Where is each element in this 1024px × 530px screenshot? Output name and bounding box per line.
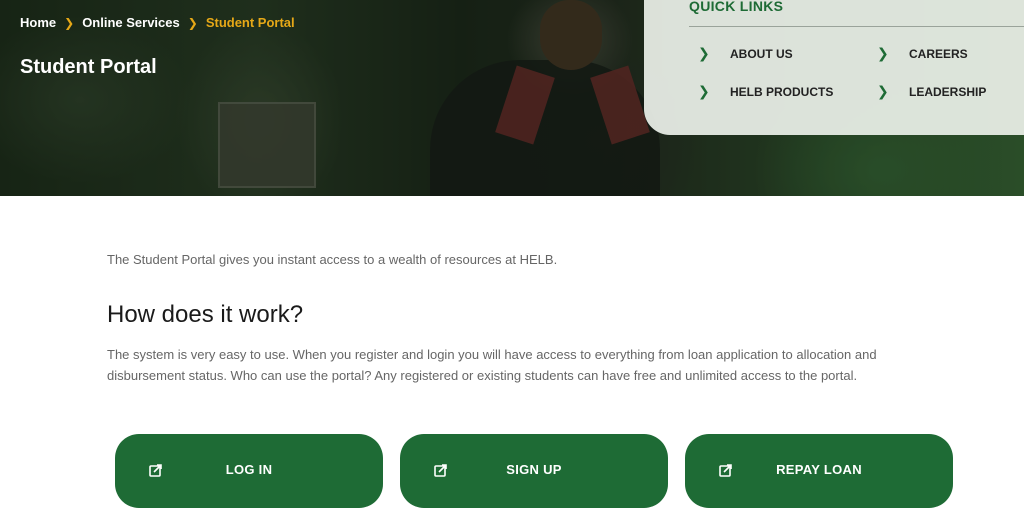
breadcrumb-online-services[interactable]: Online Services <box>82 15 180 30</box>
login-button-label: LOG IN <box>225 462 273 477</box>
quick-link-about-us[interactable]: ❯ ABOUT US <box>698 45 793 62</box>
repay-loan-button[interactable]: REPAY LOAN <box>685 434 953 508</box>
signup-button-label: SIGN UP <box>506 462 562 477</box>
quick-links-divider <box>689 26 1024 27</box>
quick-link-leadership[interactable]: ❯ LEADERSHIP <box>877 83 986 100</box>
page-title: Student Portal <box>20 56 157 78</box>
quick-link-label: ABOUT US <box>730 46 793 61</box>
chevron-right-icon: ❯ <box>187 15 198 30</box>
intro-text: The Student Portal gives you instant acc… <box>107 252 558 267</box>
quick-link-helb-products[interactable]: ❯ HELB PRODUCTS <box>698 83 833 100</box>
chevron-right-icon: ❯ <box>877 83 889 99</box>
login-button[interactable]: LOG IN <box>115 434 383 508</box>
quick-link-careers[interactable]: ❯ CAREERS <box>877 45 968 62</box>
chevron-right-icon: ❯ <box>64 15 75 30</box>
quick-links-title: QUICK LINKS <box>689 0 784 14</box>
breadcrumb-current: Student Portal <box>205 15 295 30</box>
signup-button[interactable]: SIGN UP <box>400 434 668 508</box>
breadcrumb: Home ❯ Online Services ❯ Student Portal <box>20 15 295 30</box>
quick-link-label: LEADERSHIP <box>909 84 987 99</box>
how-it-works-heading: How does it work? <box>107 301 304 328</box>
chevron-right-icon: ❯ <box>698 45 710 61</box>
breadcrumb-home[interactable]: Home <box>20 15 56 30</box>
quick-link-label: HELB PRODUCTS <box>730 84 834 99</box>
quick-link-label: CAREERS <box>909 46 968 61</box>
quick-links-panel: QUICK LINKS ❯ ABOUT US ❯ CAREERS ❯ HELB … <box>644 0 1024 135</box>
repay-loan-button-label: REPAY LOAN <box>776 462 862 477</box>
chevron-right-icon: ❯ <box>877 45 889 61</box>
how-it-works-description: The system is very easy to use. When you… <box>107 347 877 383</box>
chevron-right-icon: ❯ <box>698 83 710 99</box>
